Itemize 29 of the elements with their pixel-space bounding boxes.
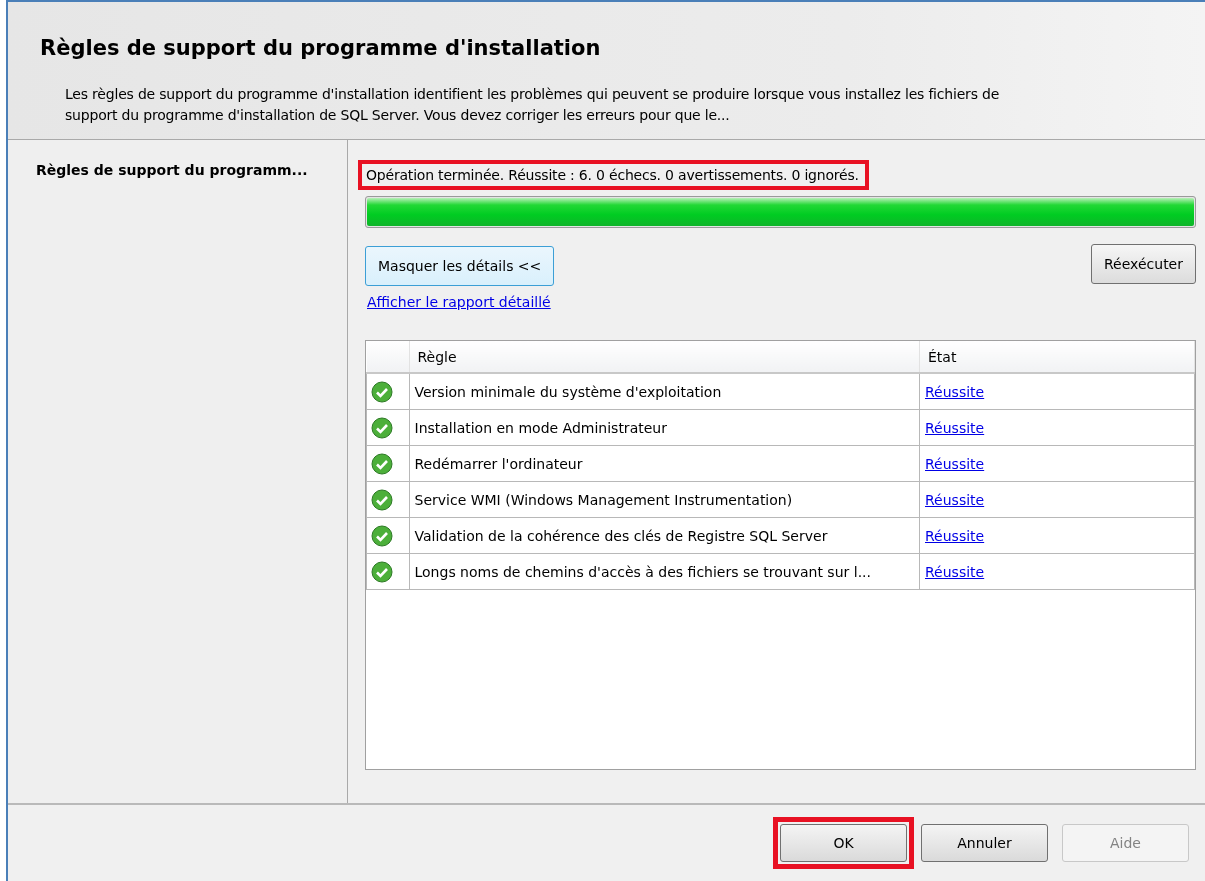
column-header: État (919, 341, 1195, 373)
rule-cell: Longs noms de chemins d'accès à des fichiers se trouvant sur l... (409, 553, 920, 590)
rule-cell: Redémarrer l'ordinateur (409, 445, 920, 482)
rule-cell: Validation de la cohérence des clés de Registre SQL Server (409, 517, 920, 554)
dialog-button[interactable]: OK (780, 824, 907, 862)
success-check-icon (371, 488, 393, 511)
rule-cell: Installation en mode Administrateur (409, 409, 920, 446)
success-check-icon (371, 560, 393, 583)
status-link[interactable]: Réussite (925, 419, 985, 436)
page-title: Règles de support du programme d'installation (40, 36, 602, 60)
rule-cell: Version minimale du système d'exploitation (409, 373, 920, 410)
rule-cell: Service WMI (Windows Management Instrumentation) (409, 481, 920, 518)
success-check-icon (371, 416, 393, 439)
sidebar-item[interactable]: Règles de support du programm... (36, 162, 347, 178)
success-check-icon (371, 452, 393, 475)
status-link[interactable]: Réussite (925, 527, 985, 544)
dialog-button[interactable]: Annuler (921, 824, 1048, 862)
status-link[interactable]: Réussite (925, 563, 985, 580)
hide-details-button[interactable]: Masquer les détails << (365, 246, 555, 286)
status-link[interactable]: Réussite (925, 491, 985, 508)
success-check-icon (371, 524, 393, 547)
status-message: Opération terminée. Réussite : 6. 0 échecs. 0 avertissements. 0 ignorés. (358, 160, 869, 190)
rerun-button[interactable]: Réexécuter (1091, 244, 1196, 284)
status-link[interactable]: Réussite (925, 383, 985, 400)
report-link[interactable]: Afficher le rapport détaillé (367, 294, 551, 310)
column-header: Règle (409, 341, 920, 373)
success-check-icon (371, 380, 393, 403)
status-link[interactable]: Réussite (925, 455, 985, 472)
page-description: Les règles de support du programme d'installation identifient les problèmes qui peuvent se produire lorsque vous installez les fichiers de support du programme d'installation de SQL Server. Vous devez corriger les erreurs pour que le... (65, 85, 1001, 125)
